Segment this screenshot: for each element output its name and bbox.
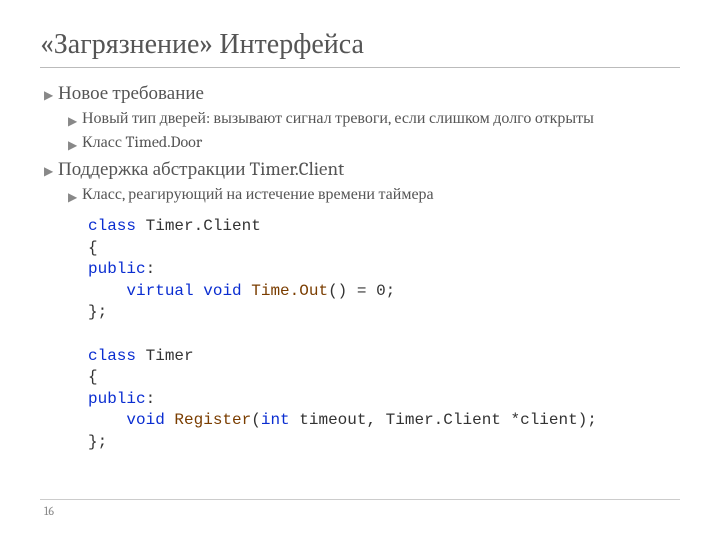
triangle-icon: ▶ [68,109,82,132]
bullet-text: Поддержка абстракции Timer.Client [58,158,680,181]
code-keyword: virtual [126,282,193,300]
code-keyword: int [261,411,290,429]
slide-title: «Загрязнение» Интерфейса [40,28,364,60]
code-text: Timer.Client [136,217,261,235]
code-text: : [146,390,156,408]
page-number: 16 [44,504,54,518]
code-text: { [88,368,98,386]
bullet-text: Класс, реагирующий на истечение времени … [82,185,680,204]
bullet-text: Новый тип дверей: вызывают сигнал тревог… [82,109,680,128]
code-function: Register [174,411,251,429]
title-row: «Загрязнение» Интерфейса [40,28,680,68]
code-text [242,282,252,300]
triangle-icon: ▶ [44,82,58,107]
bullet-level2: ▶ Новый тип дверей: вызывают сигнал трев… [68,109,680,132]
bullet-text: Класс Timed.Door [82,133,680,152]
code-keyword: void [126,411,164,429]
triangle-icon: ▶ [44,158,58,183]
code-block: class Timer.Client { public: virtual voi… [88,216,680,454]
bottom-rule [40,499,680,500]
triangle-icon: ▶ [68,185,82,208]
code-text [88,282,126,300]
code-keyword: class [88,347,136,365]
code-text [88,411,126,429]
code-keyword: public [88,390,146,408]
code-text: ( [251,411,261,429]
code-text [194,282,204,300]
code-text: () = 0; [328,282,395,300]
code-text: : [146,260,156,278]
code-text: { [88,239,98,257]
code-text: }; [88,433,107,451]
bullet-level2: ▶ Класс Timed.Door [68,133,680,156]
code-text: Timer [136,347,194,365]
bullet-text: Новое требование [58,82,680,105]
bullet-level1: ▶ Поддержка абстракции Timer.Client [44,158,680,183]
code-text: timeout, Timer.Client *client); [290,411,597,429]
slide-content: «Загрязнение» Интерфейса ▶ Новое требова… [0,0,720,454]
bullet-level2: ▶ Класс, реагирующий на истечение времен… [68,185,680,208]
code-text [165,411,175,429]
code-keyword: class [88,217,136,235]
bullet-level1: ▶ Новое требование [44,82,680,107]
code-text: }; [88,303,107,321]
code-function: Time.Out [251,282,328,300]
triangle-icon: ▶ [68,133,82,156]
code-keyword: void [203,282,241,300]
code-keyword: public [88,260,146,278]
